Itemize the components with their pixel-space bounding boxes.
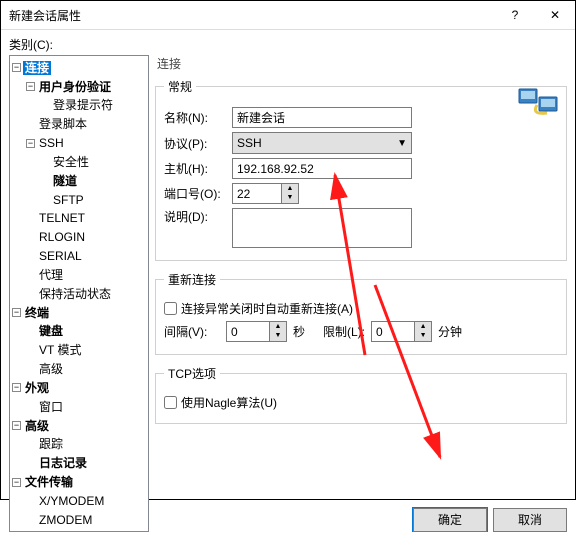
interval-label: 间隔(V): <box>164 323 220 340</box>
tree-toggle-icon[interactable]: − <box>12 421 21 430</box>
name-label: 名称(N): <box>164 109 232 126</box>
nagle-label: 使用Nagle算法(U) <box>181 394 277 411</box>
interval-input[interactable] <box>226 321 270 342</box>
button-row: 确定 取消 <box>155 502 567 532</box>
tree-item-auth[interactable]: 用户身份验证 <box>37 80 113 94</box>
seconds-label: 秒 <box>293 323 305 340</box>
spin-down-icon[interactable]: ▼ <box>270 332 286 342</box>
tree-item-logging[interactable]: 日志记录 <box>37 456 89 470</box>
tree-item-xymodem[interactable]: X/YMODEM <box>37 494 106 508</box>
content-area: 类别(C): −连接 −用户身份验证 登录提示符 登录脚本 −SSH <box>1 30 575 540</box>
general-group: 常规 名称(N): 协议(P): SSH ▼ 主机(H): <box>155 78 567 261</box>
tree-item-proxy[interactable]: 代理 <box>37 268 65 282</box>
name-input[interactable] <box>232 107 412 128</box>
tree-toggle-icon[interactable]: − <box>12 63 21 72</box>
limit-label: 限制(L): <box>323 323 365 340</box>
general-legend: 常规 <box>164 78 196 95</box>
tree-item-vt[interactable]: VT 模式 <box>37 343 83 357</box>
tree-item-login-script[interactable]: 登录脚本 <box>37 117 89 131</box>
chevron-down-icon: ▼ <box>397 138 407 149</box>
spin-down-icon[interactable]: ▼ <box>415 332 431 342</box>
reconnect-legend: 重新连接 <box>164 271 220 288</box>
tcp-group: TCP选项 使用Nagle算法(U) <box>155 365 567 424</box>
tcp-legend: TCP选项 <box>164 365 220 382</box>
tree-item-security[interactable]: 安全性 <box>51 155 91 169</box>
right-panel: 连接 常规 名称(N): 协议(P): <box>155 55 567 532</box>
help-icon: ? <box>512 8 519 22</box>
tree-item-zmodem[interactable]: ZMODEM <box>37 513 94 527</box>
tree-toggle-icon[interactable]: − <box>26 82 35 91</box>
tree-item-serial[interactable]: SERIAL <box>37 249 84 263</box>
host-label: 主机(H): <box>164 160 232 177</box>
tree-item-sftp[interactable]: SFTP <box>51 193 86 207</box>
tree-toggle-icon[interactable]: − <box>12 308 21 317</box>
protocol-label: 协议(P): <box>164 135 232 152</box>
protocol-combo[interactable]: SSH ▼ <box>232 132 412 154</box>
dialog-window: 新建会话属性 ? ✕ 类别(C): −连接 −用户身份验证 登录提示符 <box>0 0 576 500</box>
tree-item-advanced[interactable]: 高级 <box>37 362 65 376</box>
auto-reconnect-label: 连接异常关闭时自动重新连接(A) <box>181 300 353 317</box>
cancel-button[interactable]: 取消 <box>493 508 567 532</box>
tree-item-login-prompt[interactable]: 登录提示符 <box>51 98 115 112</box>
category-tree[interactable]: −连接 −用户身份验证 登录提示符 登录脚本 −SSH 安全性 <box>9 55 149 532</box>
tree-item-telnet[interactable]: TELNET <box>37 211 87 225</box>
tree-item-keepalive[interactable]: 保持活动状态 <box>37 287 113 301</box>
close-button[interactable]: ✕ <box>535 1 575 29</box>
help-button[interactable]: ? <box>495 1 535 29</box>
port-input[interactable] <box>232 183 282 204</box>
tree-item-tracking[interactable]: 跟踪 <box>37 437 65 451</box>
tree-toggle-icon[interactable]: − <box>12 478 21 487</box>
desc-label: 说明(D): <box>164 208 232 225</box>
close-icon: ✕ <box>550 8 560 22</box>
tree-item-filetransfer[interactable]: 文件传输 <box>23 475 75 489</box>
limit-input[interactable] <box>371 321 415 342</box>
tree-toggle-icon[interactable]: − <box>26 139 35 148</box>
main-row: −连接 −用户身份验证 登录提示符 登录脚本 −SSH 安全性 <box>9 55 567 532</box>
tree-toggle-icon[interactable]: − <box>12 383 21 392</box>
interval-spinner[interactable]: ▲▼ <box>226 321 287 342</box>
section-title: 连接 <box>155 55 567 74</box>
tree-item-ssh[interactable]: SSH <box>37 136 66 150</box>
port-spinner[interactable]: ▲▼ <box>232 183 299 204</box>
tree-item-terminal[interactable]: 终端 <box>23 306 51 320</box>
title-bar: 新建会话属性 ? ✕ <box>1 1 575 30</box>
computers-icon <box>517 85 561 125</box>
spin-up-icon[interactable]: ▲ <box>282 184 298 194</box>
tree-item-tunnel[interactable]: 隧道 <box>51 174 79 188</box>
tree-item-connection[interactable]: 连接 <box>23 61 51 75</box>
auto-reconnect-checkbox[interactable] <box>164 302 177 315</box>
reconnect-group: 重新连接 连接异常关闭时自动重新连接(A) 间隔(V): ▲▼ 秒 限制(L): <box>155 271 567 355</box>
host-input[interactable] <box>232 158 412 179</box>
window-title: 新建会话属性 <box>9 7 495 24</box>
protocol-value: SSH <box>237 136 262 150</box>
limit-spinner[interactable]: ▲▼ <box>371 321 432 342</box>
tree-item-window[interactable]: 窗口 <box>37 400 65 414</box>
tree-item-rlogin[interactable]: RLOGIN <box>37 230 87 244</box>
tree-item-adv-group[interactable]: 高级 <box>23 419 51 433</box>
desc-textarea[interactable] <box>232 208 412 248</box>
nagle-checkbox[interactable] <box>164 396 177 409</box>
spin-down-icon[interactable]: ▼ <box>282 194 298 204</box>
spin-up-icon[interactable]: ▲ <box>270 322 286 332</box>
minutes-label: 分钟 <box>438 323 462 340</box>
spin-up-icon[interactable]: ▲ <box>415 322 431 332</box>
tree-item-appearance[interactable]: 外观 <box>23 381 51 395</box>
tree-item-keyboard[interactable]: 键盘 <box>37 324 65 338</box>
category-label: 类别(C): <box>9 36 567 53</box>
ok-button[interactable]: 确定 <box>413 508 487 532</box>
port-label: 端口号(O): <box>164 185 232 202</box>
